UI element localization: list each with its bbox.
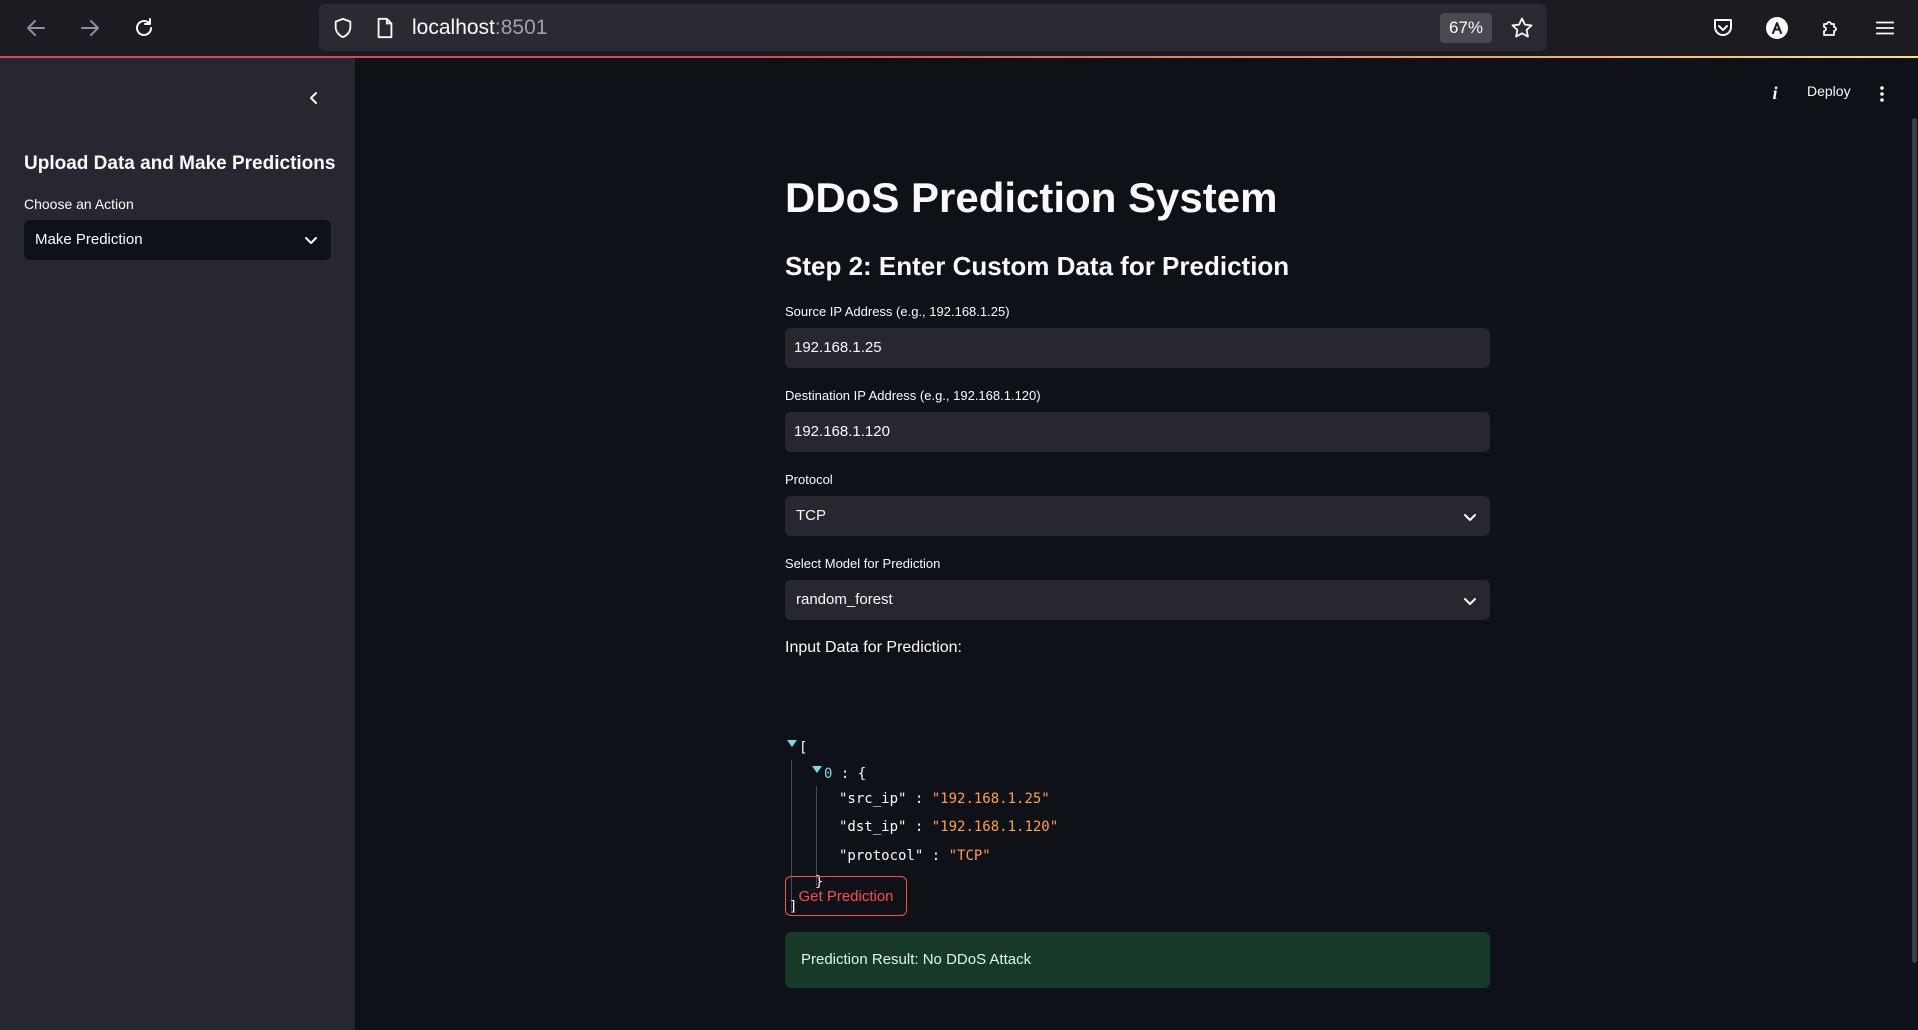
protocol-value: TCP xyxy=(796,507,826,524)
src-ip-label: Source IP Address (e.g., 192.168.1.25) xyxy=(785,304,1010,319)
json-indent-guide xyxy=(816,786,817,886)
back-icon[interactable] xyxy=(20,12,52,44)
prediction-result-text: Prediction Result: No DDoS Attack xyxy=(801,951,1032,968)
menu-icon[interactable] xyxy=(1872,15,1898,41)
chevron-down-icon xyxy=(1462,509,1478,525)
page-title: DDoS Prediction System xyxy=(785,174,1278,221)
model-select[interactable]: random_forest xyxy=(785,580,1490,620)
dst-ip-label: Destination IP Address (e.g., 192.168.1.… xyxy=(785,388,1041,403)
step-heading: Step 2: Enter Custom Data for Prediction xyxy=(785,251,1290,281)
pocket-icon[interactable] xyxy=(1710,15,1736,41)
collapse-sidebar-chevron-icon[interactable] xyxy=(300,84,328,112)
account-avatar-icon[interactable] xyxy=(1764,15,1790,41)
json-row: "src_ip" : "192.168.1.25" xyxy=(839,791,1050,807)
action-select-value: Make Prediction xyxy=(35,231,143,248)
page-icon[interactable] xyxy=(373,16,397,40)
src-ip-input[interactable]: 192.168.1.25 xyxy=(785,328,1490,368)
dst-ip-input[interactable]: 192.168.1.120 xyxy=(785,412,1490,452)
protocol-select[interactable]: TCP xyxy=(785,496,1490,536)
forward-icon[interactable] xyxy=(74,12,106,44)
json-row: "protocol" : "TCP" xyxy=(839,848,991,864)
model-value: random_forest xyxy=(796,591,893,608)
json-label: Input Data for Prediction: xyxy=(785,639,962,656)
collapse-triangle-icon[interactable] xyxy=(787,740,797,747)
shield-icon[interactable] xyxy=(331,16,355,40)
src-ip-value: 192.168.1.25 xyxy=(794,339,882,356)
protocol-label: Protocol xyxy=(785,472,833,487)
deploy-button[interactable]: Deploy xyxy=(1807,83,1851,99)
bookmark-star-icon[interactable] xyxy=(1509,15,1535,41)
extensions-icon[interactable] xyxy=(1818,15,1844,41)
chevron-down-icon xyxy=(303,232,319,248)
model-label: Select Model for Prediction xyxy=(785,556,941,571)
collapse-triangle-icon[interactable] xyxy=(812,766,822,773)
sidebar: Upload Data and Make Predictions Choose … xyxy=(0,58,355,1030)
prediction-result-alert: Prediction Result: No DDoS Attack xyxy=(785,932,1490,988)
dst-ip-value: 192.168.1.120 xyxy=(794,423,890,440)
json-colon-brace: : { xyxy=(832,766,867,782)
get-prediction-button[interactable]: Get Prediction xyxy=(785,876,907,916)
browser-toolbar: localhost:8501 67% xyxy=(0,0,1918,56)
chevron-down-icon xyxy=(1462,593,1478,609)
url-port: :8501 xyxy=(494,16,548,39)
reload-icon[interactable] xyxy=(128,12,160,44)
action-select[interactable]: Make Prediction xyxy=(24,220,331,260)
info-icon[interactable]: i xyxy=(1765,82,1785,104)
url-host: localhost xyxy=(412,16,495,39)
url-text[interactable]: localhost:8501 xyxy=(412,16,547,40)
json-object-header: 0 : { xyxy=(824,766,866,782)
url-bar[interactable]: localhost:8501 67% xyxy=(319,4,1547,51)
main-area: i Deploy DDoS Prediction System Step 2: … xyxy=(355,58,1918,1030)
action-select-label: Choose an Action xyxy=(24,196,134,212)
json-open-bracket: [ xyxy=(799,740,808,756)
zoom-level-badge[interactable]: 67% xyxy=(1440,13,1492,43)
sidebar-title: Upload Data and Make Predictions xyxy=(24,153,336,174)
scrollbar[interactable] xyxy=(1912,118,1917,963)
more-options-icon[interactable] xyxy=(1875,84,1889,104)
json-row: "dst_ip" : "192.168.1.120" xyxy=(839,819,1059,835)
